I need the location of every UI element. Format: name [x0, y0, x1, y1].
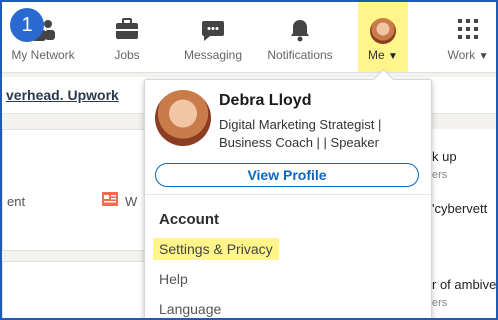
post-composer-card: ent W — [2, 129, 164, 251]
nav-jobs-label: Jobs — [114, 48, 140, 62]
nav-jobs[interactable]: Jobs — [102, 2, 152, 72]
grid-icon — [457, 18, 479, 43]
nav-me-label: Me — [368, 48, 385, 62]
news-item-1[interactable]: k up — [432, 149, 457, 164]
news-item-3-sub: ers — [432, 297, 448, 309]
profile-name: Debra Lloyd — [219, 92, 312, 109]
promo-text[interactable]: verhead. Upwork — [6, 87, 119, 103]
bell-icon — [288, 18, 312, 45]
view-profile-button[interactable]: View Profile — [155, 163, 419, 187]
account-section-title: Account — [159, 211, 219, 228]
menu-item-language[interactable]: Language — [159, 301, 221, 317]
avatar-small — [370, 18, 396, 44]
nav-work[interactable]: Work ▼ — [440, 2, 496, 72]
menu-item-help[interactable]: Help — [159, 271, 188, 287]
news-item-3[interactable]: r of ambive — [432, 277, 496, 292]
top-navbar: My Network Jobs Messaging Notifications … — [2, 2, 496, 73]
nav-notifications[interactable]: Notifications — [258, 2, 342, 72]
menu-item-settings-privacy[interactable]: Settings & Privacy — [153, 238, 279, 260]
step-badge: 1 — [10, 8, 44, 42]
nav-me-label-wrap: Me ▼ — [358, 48, 408, 62]
nav-work-label: Work — [447, 48, 476, 62]
nav-my-network-label: My Network — [11, 48, 75, 62]
chat-icon — [201, 18, 225, 45]
article-icon — [101, 190, 118, 206]
composer-option-label[interactable]: ent — [7, 194, 25, 209]
chevron-down-icon: ▼ — [388, 51, 398, 62]
me-dropdown-menu: Debra Lloyd Digital Marketing Strategist… — [144, 68, 432, 318]
chevron-down-icon: ▼ — [478, 51, 489, 62]
feed-card — [2, 261, 164, 318]
profile-headline: Digital Marketing Strategist | Business … — [219, 117, 382, 150]
right-rail: k up ers 'cybervett r of ambive ers — [432, 129, 496, 318]
nav-messaging-label: Messaging — [183, 48, 243, 62]
news-item-1-sub: ers — [432, 169, 448, 181]
profile-avatar[interactable] — [155, 90, 211, 146]
nav-work-label-wrap: Work ▼ — [440, 48, 496, 62]
nav-notifications-label: Notifications — [267, 48, 333, 62]
nav-me[interactable]: Me ▼ — [358, 2, 408, 72]
news-item-2[interactable]: 'cybervett — [432, 201, 487, 216]
nav-messaging[interactable]: Messaging — [178, 2, 248, 72]
app-frame: My Network Jobs Messaging Notifications … — [0, 0, 498, 320]
divider — [145, 194, 431, 195]
composer-article-letter[interactable]: W — [125, 194, 137, 209]
menu-item-label: Settings & Privacy — [153, 238, 279, 260]
briefcase-icon — [115, 18, 139, 43]
